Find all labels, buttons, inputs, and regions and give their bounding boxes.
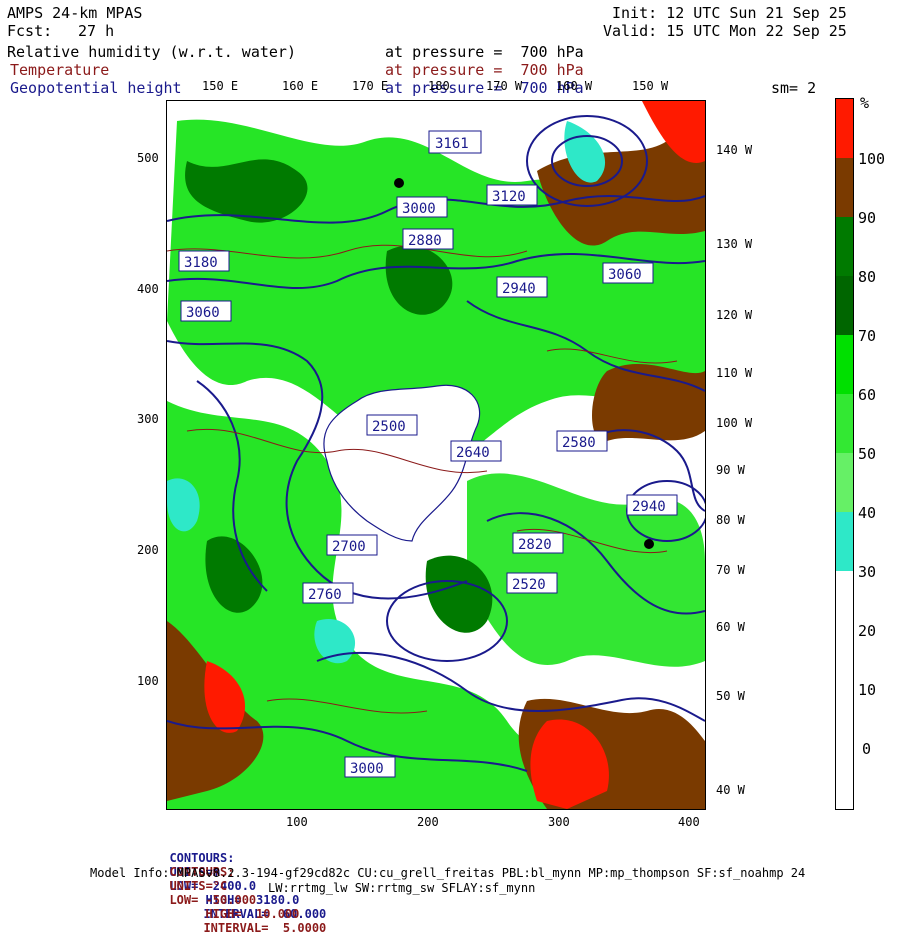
y-tick: 200 xyxy=(137,543,159,557)
lon-label: 150 E xyxy=(202,79,239,93)
lon-label: 170 W xyxy=(486,79,523,93)
colorbar-segment-cyan xyxy=(836,512,853,571)
lon-label: 80 W xyxy=(716,513,745,527)
colorbar-label: 60 xyxy=(858,386,877,404)
lon-label: 140 W xyxy=(716,143,753,157)
lon-label: 120 W xyxy=(716,308,753,322)
lon-label: 70 W xyxy=(716,563,745,577)
colorbar-unit: % xyxy=(860,94,870,112)
lon-label: 60 W xyxy=(716,620,745,634)
y-tick: 100 xyxy=(137,674,159,688)
pressure-height: at pressure = 700 hPa xyxy=(385,79,584,97)
colorbar-label: 70 xyxy=(858,327,877,345)
model-info: Model Info: MPASv8.2.3-194-gf29cd82c CU:… xyxy=(90,866,806,880)
station-marker xyxy=(394,178,404,188)
colorbar-label: 0 xyxy=(862,740,872,758)
y-tick: 400 xyxy=(137,282,159,296)
colorbar-segment-green xyxy=(836,335,853,394)
lon-label: 130 W xyxy=(716,237,753,251)
init-time: Init: 12 UTC Sun 21 Sep 25 xyxy=(612,4,847,22)
height-label: 2880 xyxy=(408,233,442,249)
pressure-temperature: at pressure = 700 hPa xyxy=(385,61,584,79)
height-label: 2640 xyxy=(456,445,490,461)
contours-units: UNITS=°C xyxy=(169,879,228,893)
colorbar-segment-darkgreen2 xyxy=(836,276,853,335)
height-label: 2500 xyxy=(372,419,406,435)
contours-high: HIGH= 10.000 xyxy=(205,907,300,921)
lon-label: 50 W xyxy=(716,689,745,703)
colorbar-segment-brown xyxy=(836,158,853,217)
colorbar-segment-darkgreen xyxy=(836,217,853,276)
lon-label: 160 W xyxy=(556,79,593,93)
lon-label: 150 W xyxy=(632,79,669,93)
forecast-hour: 27 h xyxy=(78,22,115,40)
field-rh: Relative humidity (w.r.t. water) xyxy=(7,43,296,61)
colorbar-segment-red xyxy=(836,99,853,158)
height-label: 2820 xyxy=(518,537,552,553)
colorbar-segment-white xyxy=(836,571,853,809)
colorbar-segment-lightgreen xyxy=(836,453,853,512)
colorbar-label: 50 xyxy=(858,445,877,463)
height-label: 3120 xyxy=(492,189,526,205)
colorbar-label: 20 xyxy=(858,622,877,640)
lon-label: 170 E xyxy=(352,79,389,93)
pressure-rh: at pressure = 700 hPa xyxy=(385,43,584,61)
height-label: 2700 xyxy=(332,539,366,555)
forecast-label: Fcst: xyxy=(7,22,53,40)
colorbar-label: 90 xyxy=(858,209,877,227)
model-info-2: LW:rrtmg_lw SW:rrtmg_sw SFLAY:sf_mynn xyxy=(268,881,536,895)
station-marker xyxy=(644,539,654,549)
field-temperature: Temperature xyxy=(10,61,110,79)
height-label: 2520 xyxy=(512,577,546,593)
x-tick: 200 xyxy=(417,815,439,829)
contours-interval: INTERVAL= 5.0000 xyxy=(203,921,327,935)
colorbar-label: 40 xyxy=(858,504,877,522)
colorbar-label: 100 xyxy=(858,150,886,168)
x-tick: 400 xyxy=(678,815,700,829)
height-label: 3180 xyxy=(184,255,218,271)
rh-colorbar xyxy=(835,98,854,810)
height-label: 2580 xyxy=(562,435,596,451)
colorbar-label: 10 xyxy=(858,681,877,699)
map-panel: 3161 3120 3060 3000 2940 2880 2820 2760 … xyxy=(166,100,706,810)
field-height: Geopotential height xyxy=(10,79,182,97)
lon-label: 90 W xyxy=(716,463,745,477)
colorbar-segment-green2 xyxy=(836,394,853,453)
x-tick: 100 xyxy=(286,815,308,829)
map-canvas: 3161 3120 3060 3000 2940 2880 2820 2760 … xyxy=(167,101,705,809)
model-title: AMPS 24-km MPAS xyxy=(7,4,143,22)
colorbar-label: 80 xyxy=(858,268,877,286)
lon-label: 110 W xyxy=(716,366,753,380)
lon-label: 100 W xyxy=(716,416,753,430)
lon-label: 160 E xyxy=(282,79,319,93)
height-label: 2940 xyxy=(632,499,666,515)
y-tick: 300 xyxy=(137,412,159,426)
height-label: 2940 xyxy=(502,281,536,297)
height-label: 3060 xyxy=(186,305,220,321)
lon-label: 180 xyxy=(428,79,450,93)
height-label: 3000 xyxy=(350,761,384,777)
y-tick: 500 xyxy=(137,151,159,165)
height-label: 3161 xyxy=(435,136,469,152)
lon-label: 40 W xyxy=(716,783,745,797)
x-tick: 300 xyxy=(548,815,570,829)
height-label: 3000 xyxy=(402,201,436,217)
valid-time: Valid: 15 UTC Mon 22 Sep 25 xyxy=(603,22,847,40)
height-label: 2760 xyxy=(308,587,342,603)
colorbar-label: 30 xyxy=(858,563,877,581)
smoothing-label: sm= 2 xyxy=(771,79,817,97)
contours-low: LOW= -50.000 xyxy=(169,893,257,907)
